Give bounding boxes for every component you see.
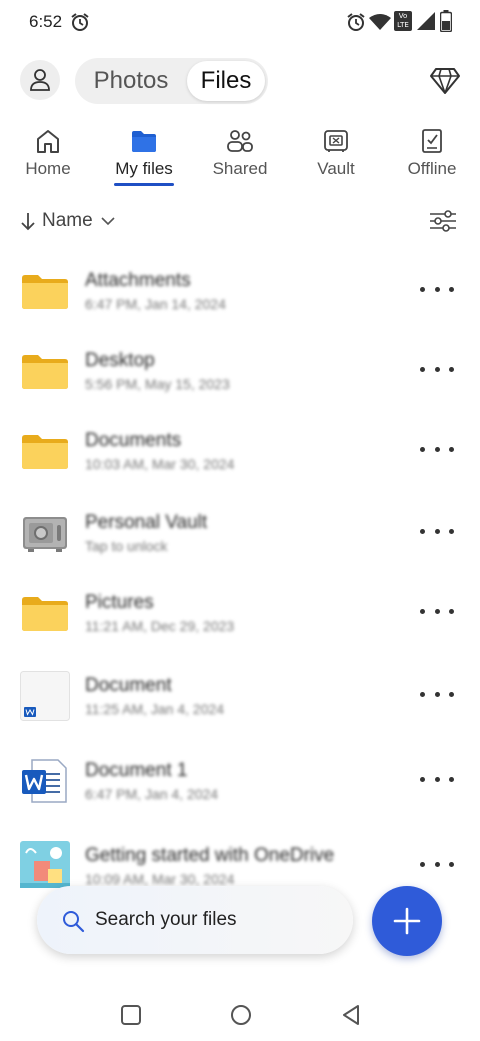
profile-icon bbox=[30, 69, 50, 91]
folder-icon bbox=[22, 275, 68, 309]
profile-button[interactable] bbox=[20, 60, 60, 100]
chevron-down-icon bbox=[101, 217, 115, 226]
folder-icon bbox=[22, 597, 68, 631]
list-item[interactable]: Personal Vault Tap to unlock bbox=[0, 490, 480, 574]
file-name: Documents bbox=[85, 430, 182, 451]
arrow-down-icon bbox=[21, 213, 35, 231]
tab-offline[interactable]: Offline bbox=[384, 124, 480, 190]
file-name: Document bbox=[85, 675, 172, 696]
more-options-button[interactable] bbox=[420, 358, 454, 380]
list-item[interactable]: Pictures 11:21 AM, Dec 29, 2023 bbox=[0, 570, 480, 654]
active-tab-indicator bbox=[114, 183, 174, 186]
tab-home[interactable]: Home bbox=[0, 124, 96, 190]
status-time: 6:52 bbox=[29, 12, 63, 31]
file-name: Getting started with OneDrive bbox=[85, 845, 335, 866]
folder-icon bbox=[22, 435, 68, 469]
signal-icon bbox=[417, 12, 435, 30]
file-meta: 11:25 AM, Jan 4, 2024 bbox=[85, 701, 225, 717]
main-tabs: Home My files Shared Vault Offline bbox=[0, 124, 480, 190]
more-options-button[interactable] bbox=[420, 600, 454, 622]
file-meta: 11:21 AM, Dec 29, 2023 bbox=[85, 618, 235, 634]
more-options-button[interactable] bbox=[420, 438, 454, 460]
filter-sliders-icon[interactable] bbox=[428, 207, 458, 235]
tab-offline-label: Offline bbox=[407, 159, 457, 178]
more-options-button[interactable] bbox=[420, 520, 454, 542]
file-meta: Tap to unlock bbox=[85, 538, 168, 554]
file-name: Document 1 bbox=[85, 760, 188, 781]
list-item[interactable]: Document 11:25 AM, Jan 4, 2024 bbox=[0, 653, 480, 737]
file-meta: 6:47 PM, Jan 14, 2024 bbox=[85, 296, 226, 312]
add-button[interactable] bbox=[372, 886, 442, 956]
offline-icon bbox=[422, 129, 442, 153]
onedrive-files-screen: 6:52 Vo LTE Photos Files Home My files S… bbox=[0, 0, 480, 1041]
battery-icon bbox=[440, 10, 452, 32]
file-list: Attachments 6:47 PM, Jan 14, 2024 Deskto… bbox=[0, 248, 480, 888]
folder-icon bbox=[132, 131, 156, 152]
list-item[interactable]: Documents 10:03 AM, Mar 30, 2024 bbox=[0, 408, 480, 492]
file-name: Attachments bbox=[85, 270, 191, 291]
search-bar[interactable]: Search your files bbox=[37, 886, 353, 954]
vault-icon bbox=[324, 130, 348, 152]
file-meta: 10:09 AM, Mar 30, 2024 bbox=[85, 871, 235, 887]
volte-label: Vo LTE bbox=[397, 12, 409, 29]
status-bar: 6:52 Vo LTE bbox=[0, 0, 480, 44]
people-icon bbox=[227, 130, 253, 152]
more-options-button[interactable] bbox=[420, 853, 454, 875]
plus-icon bbox=[393, 907, 421, 935]
list-item[interactable]: Getting started with OneDrive 10:09 AM, … bbox=[0, 823, 480, 888]
tab-shared[interactable]: Shared bbox=[192, 124, 288, 190]
search-icon bbox=[63, 911, 85, 933]
premium-diamond-icon[interactable] bbox=[429, 66, 461, 96]
word-document-icon bbox=[22, 759, 67, 803]
search-placeholder: Search your files bbox=[95, 909, 237, 930]
file-meta: 5:56 PM, May 15, 2023 bbox=[85, 376, 230, 392]
list-item[interactable]: Desktop 5:56 PM, May 15, 2023 bbox=[0, 328, 480, 412]
more-options-button[interactable] bbox=[420, 768, 454, 790]
tab-vault[interactable]: Vault bbox=[288, 124, 384, 190]
tab-home-label: Home bbox=[25, 159, 71, 178]
home-circle-icon[interactable] bbox=[228, 1002, 254, 1028]
wifi-icon bbox=[369, 14, 391, 30]
tab-my-files[interactable]: My files bbox=[96, 124, 192, 190]
system-navigation-bar bbox=[0, 990, 480, 1041]
file-name: Desktop bbox=[85, 350, 155, 371]
photos-files-switch: Photos Files bbox=[75, 58, 268, 104]
tab-shared-label: Shared bbox=[212, 159, 268, 178]
file-name: Pictures bbox=[85, 592, 154, 613]
list-item[interactable]: Attachments 6:47 PM, Jan 14, 2024 bbox=[0, 248, 480, 332]
files-segment[interactable]: Files bbox=[187, 61, 265, 101]
list-item[interactable]: Document 1 6:47 PM, Jan 4, 2024 bbox=[0, 738, 480, 822]
folder-icon bbox=[22, 355, 68, 389]
file-name: Personal Vault bbox=[85, 512, 208, 533]
sort-by-name-button[interactable]: Name bbox=[20, 207, 115, 235]
recents-square-icon[interactable] bbox=[118, 1002, 144, 1028]
tab-vault-label: Vault bbox=[317, 159, 355, 178]
alarm-icon bbox=[71, 13, 89, 31]
volte-icon: Vo LTE bbox=[394, 11, 412, 31]
more-options-button[interactable] bbox=[420, 278, 454, 300]
alarm-icon bbox=[347, 13, 365, 31]
home-icon bbox=[37, 130, 59, 153]
file-meta: 10:03 AM, Mar 30, 2024 bbox=[85, 456, 235, 472]
vault-icon bbox=[23, 517, 67, 552]
photos-segment[interactable]: Photos bbox=[75, 58, 187, 104]
sort-label: Name bbox=[42, 210, 93, 231]
word-document-preview-icon bbox=[20, 671, 70, 721]
more-options-button[interactable] bbox=[420, 683, 454, 705]
tab-my-files-label: My files bbox=[115, 159, 173, 178]
pdf-preview-icon bbox=[20, 841, 70, 888]
back-triangle-icon[interactable] bbox=[338, 1002, 364, 1028]
file-meta: 6:47 PM, Jan 4, 2024 bbox=[85, 786, 219, 802]
